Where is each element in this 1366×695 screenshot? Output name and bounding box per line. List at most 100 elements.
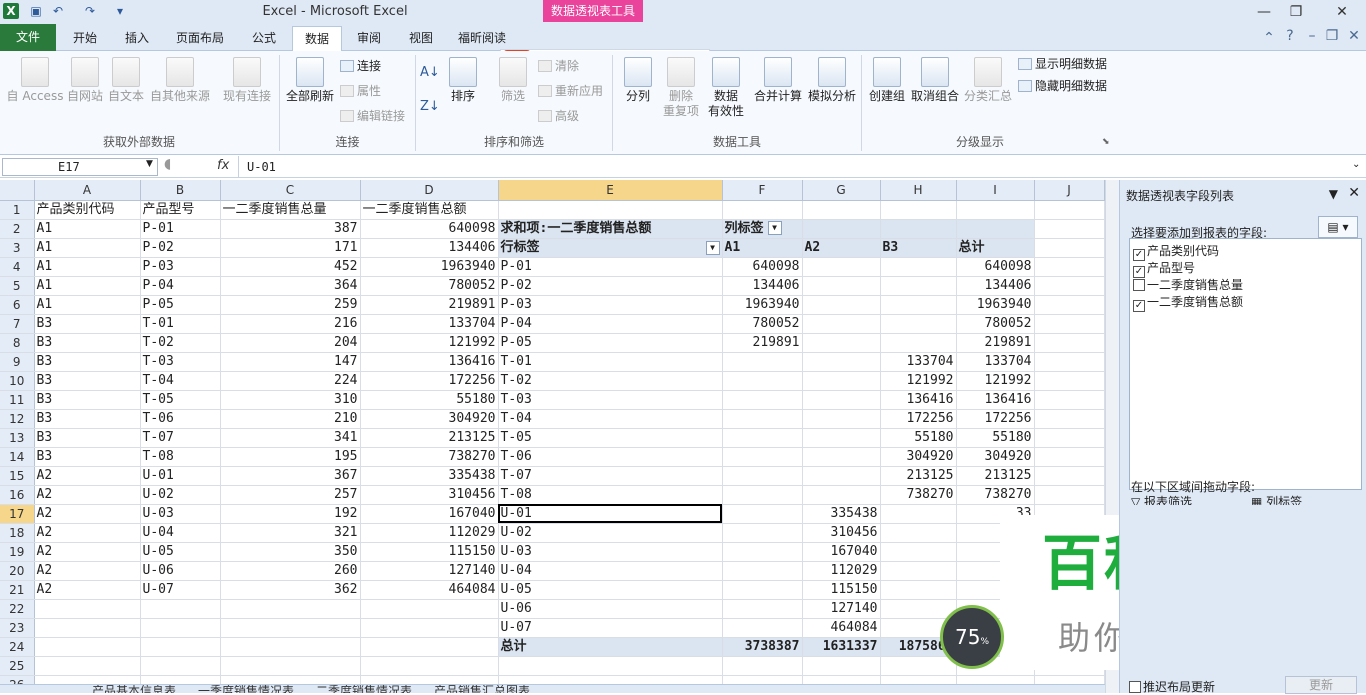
- restore-button[interactable]: ❐: [1284, 2, 1308, 22]
- sheet-tab[interactable]: 二季度销售情况表: [316, 685, 412, 693]
- cell-f22[interactable]: [722, 599, 803, 619]
- cell-b4[interactable]: P-03: [140, 257, 221, 277]
- row-header[interactable]: 22: [0, 599, 35, 619]
- cell-a24[interactable]: [34, 637, 141, 657]
- cell-e3[interactable]: 行标签 ▼: [498, 238, 723, 258]
- select-all-corner[interactable]: [0, 180, 35, 201]
- cell-b1[interactable]: 产品型号: [140, 200, 221, 220]
- from-text-button[interactable]: 自文本: [106, 57, 146, 104]
- tab-home[interactable]: 开始: [62, 26, 108, 51]
- cell-e21[interactable]: U-05: [498, 580, 723, 600]
- properties-button[interactable]: 属性: [340, 84, 381, 99]
- cell-b25[interactable]: [140, 656, 221, 676]
- cell-f13[interactable]: [722, 428, 803, 448]
- cell-f4[interactable]: 640098: [722, 257, 803, 277]
- column-header-b[interactable]: B: [140, 180, 221, 201]
- cell-c2[interactable]: 387: [220, 219, 361, 239]
- row-header[interactable]: 1: [0, 200, 35, 220]
- cell-e7[interactable]: P-04: [498, 314, 723, 334]
- cell-i2[interactable]: [956, 219, 1035, 239]
- cell-b11[interactable]: T-05: [140, 390, 221, 410]
- column-header-h[interactable]: H: [880, 180, 957, 201]
- cell-d25[interactable]: [360, 656, 499, 676]
- tab-review[interactable]: 审阅: [346, 26, 392, 51]
- row-header[interactable]: 8: [0, 333, 35, 353]
- cell-d6[interactable]: 219891: [360, 295, 499, 315]
- cell-g15[interactable]: [802, 466, 881, 486]
- cell-j1[interactable]: [1034, 200, 1105, 220]
- sort-ascending-button[interactable]: A↓: [420, 65, 440, 80]
- cell-f11[interactable]: [722, 390, 803, 410]
- row-header[interactable]: 23: [0, 618, 35, 638]
- cell-i1[interactable]: [956, 200, 1035, 220]
- column-header-e[interactable]: E: [498, 180, 723, 201]
- cell-j11[interactable]: [1034, 390, 1105, 410]
- row-header[interactable]: 3: [0, 238, 35, 258]
- cell-d18[interactable]: 112029: [360, 523, 499, 543]
- cell-c11[interactable]: 310: [220, 390, 361, 410]
- edit-links-button[interactable]: 编辑链接: [340, 109, 405, 124]
- cell-e22[interactable]: U-06: [498, 599, 723, 619]
- cell-c4[interactable]: 452: [220, 257, 361, 277]
- cell-c23[interactable]: [220, 618, 361, 638]
- refresh-all-button[interactable]: 全部刷新: [284, 57, 336, 104]
- cell-h6[interactable]: [880, 295, 957, 315]
- cell-d16[interactable]: 310456: [360, 485, 499, 505]
- cell-h9[interactable]: 133704: [880, 352, 957, 372]
- formula-expand-icon[interactable]: ⌄: [1352, 159, 1360, 170]
- from-web-button[interactable]: 自网站: [62, 57, 108, 104]
- row-header[interactable]: 4: [0, 257, 35, 277]
- cell-a20[interactable]: A2: [34, 561, 141, 581]
- row-header[interactable]: 19: [0, 542, 35, 562]
- cell-f19[interactable]: [722, 542, 803, 562]
- cell-d17[interactable]: 167040: [360, 504, 499, 524]
- cell-c7[interactable]: 216: [220, 314, 361, 334]
- cell-h25[interactable]: [880, 656, 957, 676]
- cell-f14[interactable]: [722, 447, 803, 467]
- cell-f1[interactable]: [722, 200, 803, 220]
- cell-f15[interactable]: [722, 466, 803, 486]
- reapply-button[interactable]: 重新应用: [538, 84, 603, 99]
- cell-e15[interactable]: T-07: [498, 466, 723, 486]
- text-to-columns-button[interactable]: 分列: [618, 57, 658, 104]
- cell-d10[interactable]: 172256: [360, 371, 499, 391]
- speed-dial-widget[interactable]: 75%: [940, 605, 1004, 669]
- show-detail-button[interactable]: 显示明细数据: [1018, 57, 1107, 72]
- what-if-analysis-button[interactable]: 模拟分析: [806, 57, 858, 104]
- cell-i3[interactable]: 总计: [956, 238, 1035, 258]
- cell-h1[interactable]: [880, 200, 957, 220]
- row-labels-filter-icon[interactable]: ▼: [705, 240, 720, 255]
- cell-c17[interactable]: 192: [220, 504, 361, 524]
- cell-j14[interactable]: [1034, 447, 1105, 467]
- cell-j13[interactable]: [1034, 428, 1105, 448]
- row-header[interactable]: 14: [0, 447, 35, 467]
- field-item[interactable]: ✓ 一二季度销售总额: [1133, 294, 1358, 312]
- column-header-a[interactable]: A: [34, 180, 141, 201]
- cell-e5[interactable]: P-02: [498, 276, 723, 296]
- advanced-filter-button[interactable]: 高级: [538, 109, 579, 124]
- cell-f25[interactable]: [722, 656, 803, 676]
- cell-j9[interactable]: [1034, 352, 1105, 372]
- cell-b3[interactable]: P-02: [140, 238, 221, 258]
- cell-e8[interactable]: P-05: [498, 333, 723, 353]
- cell-g25[interactable]: [802, 656, 881, 676]
- cell-e11[interactable]: T-03: [498, 390, 723, 410]
- area-report-filter[interactable]: ▽ 报表筛选: [1131, 493, 1192, 505]
- row-header[interactable]: 12: [0, 409, 35, 429]
- chevron-up-icon[interactable]: ⌃: [1260, 30, 1278, 46]
- cell-a5[interactable]: A1: [34, 276, 141, 296]
- tab-file[interactable]: 文件: [0, 24, 56, 51]
- cell-j15[interactable]: [1034, 466, 1105, 486]
- cell-e2[interactable]: 求和项:一二季度销售总额: [498, 219, 723, 239]
- cell-g13[interactable]: [802, 428, 881, 448]
- cell-i4[interactable]: 640098: [956, 257, 1035, 277]
- cell-d12[interactable]: 304920: [360, 409, 499, 429]
- cell-a8[interactable]: B3: [34, 333, 141, 353]
- cell-h12[interactable]: 172256: [880, 409, 957, 429]
- cell-g8[interactable]: [802, 333, 881, 353]
- cell-i10[interactable]: 121992: [956, 371, 1035, 391]
- cell-a6[interactable]: A1: [34, 295, 141, 315]
- cell-c16[interactable]: 257: [220, 485, 361, 505]
- connections-button[interactable]: 连接: [340, 59, 381, 74]
- cell-c3[interactable]: 171: [220, 238, 361, 258]
